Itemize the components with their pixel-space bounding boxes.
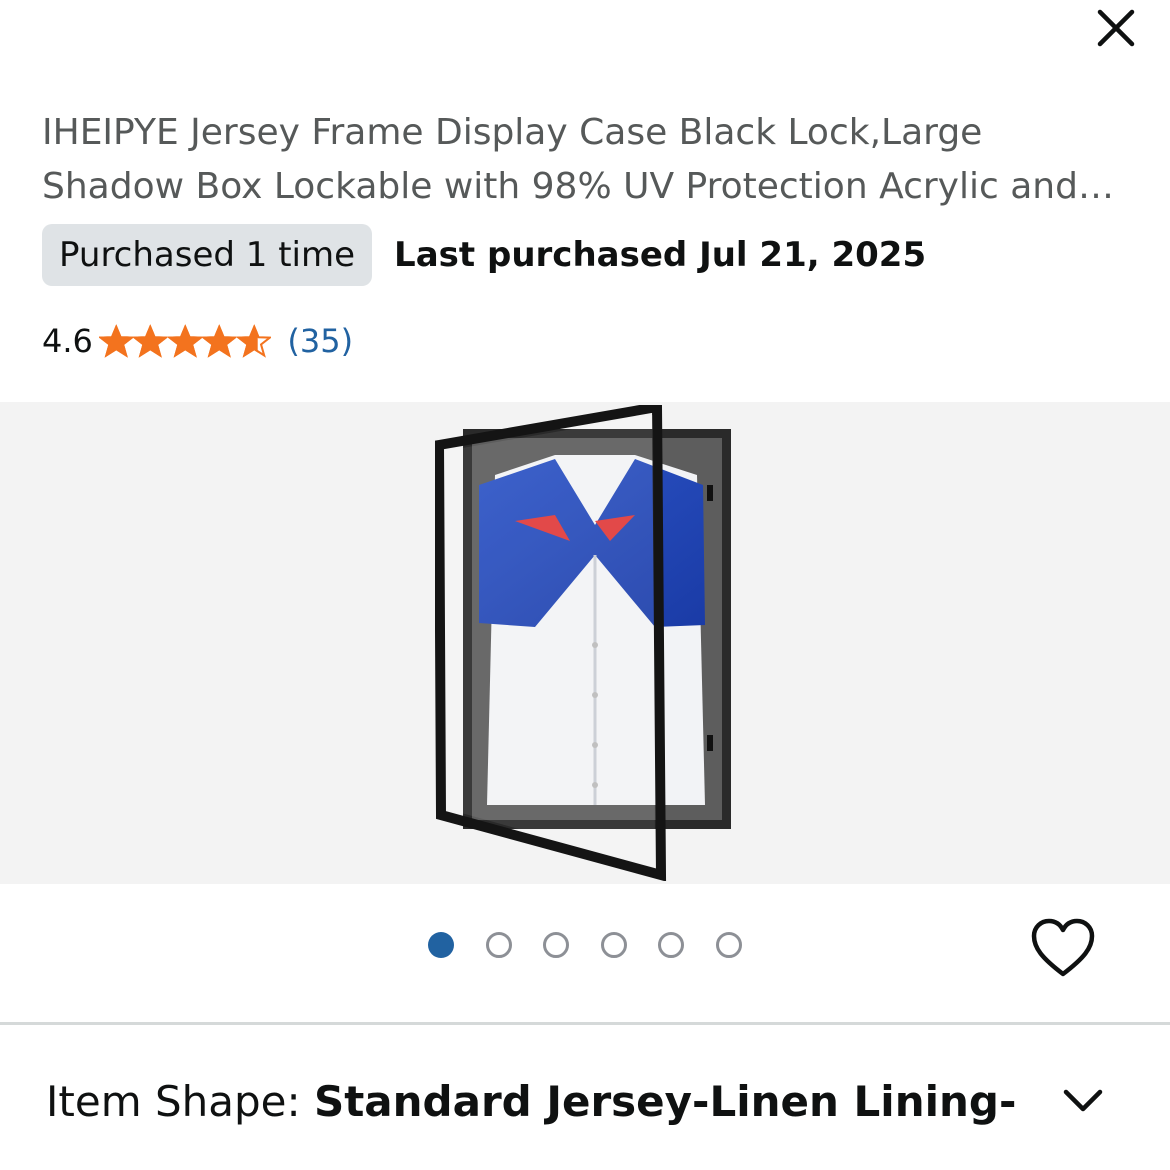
carousel-dot-1[interactable] xyxy=(428,932,454,958)
star-full-icon xyxy=(98,324,134,358)
product-image xyxy=(435,405,731,881)
variation-value: Standard Jersey-Linen Lining- 1 Pack xyxy=(313,1077,1026,1126)
carousel-dot-3[interactable] xyxy=(543,932,569,958)
close-icon xyxy=(1097,9,1135,47)
last-purchased-date: Last purchased Jul 21, 2025 xyxy=(394,235,927,275)
variation-selector[interactable]: Item Shape: Standard Jersey-Linen Lining… xyxy=(46,1066,1026,1138)
carousel-dot-5[interactable] xyxy=(658,932,684,958)
star-partial-icon xyxy=(236,324,272,358)
carousel-dot-2[interactable] xyxy=(485,932,512,958)
star-full-icon xyxy=(202,324,237,358)
product-image-carousel[interactable] xyxy=(0,402,1170,884)
star-rating xyxy=(98,324,272,358)
variation-label: Item Shape: xyxy=(46,1077,314,1126)
carousel-dots xyxy=(428,932,773,958)
section-divider xyxy=(0,1022,1170,1025)
heart-outline-icon xyxy=(1031,918,1095,977)
carousel-dot-6[interactable] xyxy=(715,932,742,958)
star-full-icon xyxy=(133,324,168,358)
add-to-wishlist-button[interactable] xyxy=(1030,918,1096,980)
rating-count-link[interactable]: (35) xyxy=(287,322,353,360)
star-full-icon xyxy=(167,324,203,358)
purchased-count-badge: Purchased 1 time xyxy=(42,224,373,286)
carousel-dot-4[interactable] xyxy=(600,932,627,958)
product-title: IHEIPYE Jersey Frame Display Case Black … xyxy=(42,112,1078,207)
chevron-down-icon[interactable] xyxy=(1060,1082,1106,1118)
close-button[interactable] xyxy=(1092,4,1140,52)
rating-value: 4.6 xyxy=(42,322,93,360)
purchase-history-row: Purchased 1 time Last purchased Jul 21, … xyxy=(42,224,926,286)
rating-summary[interactable]: 4.6 (35) xyxy=(42,318,353,364)
